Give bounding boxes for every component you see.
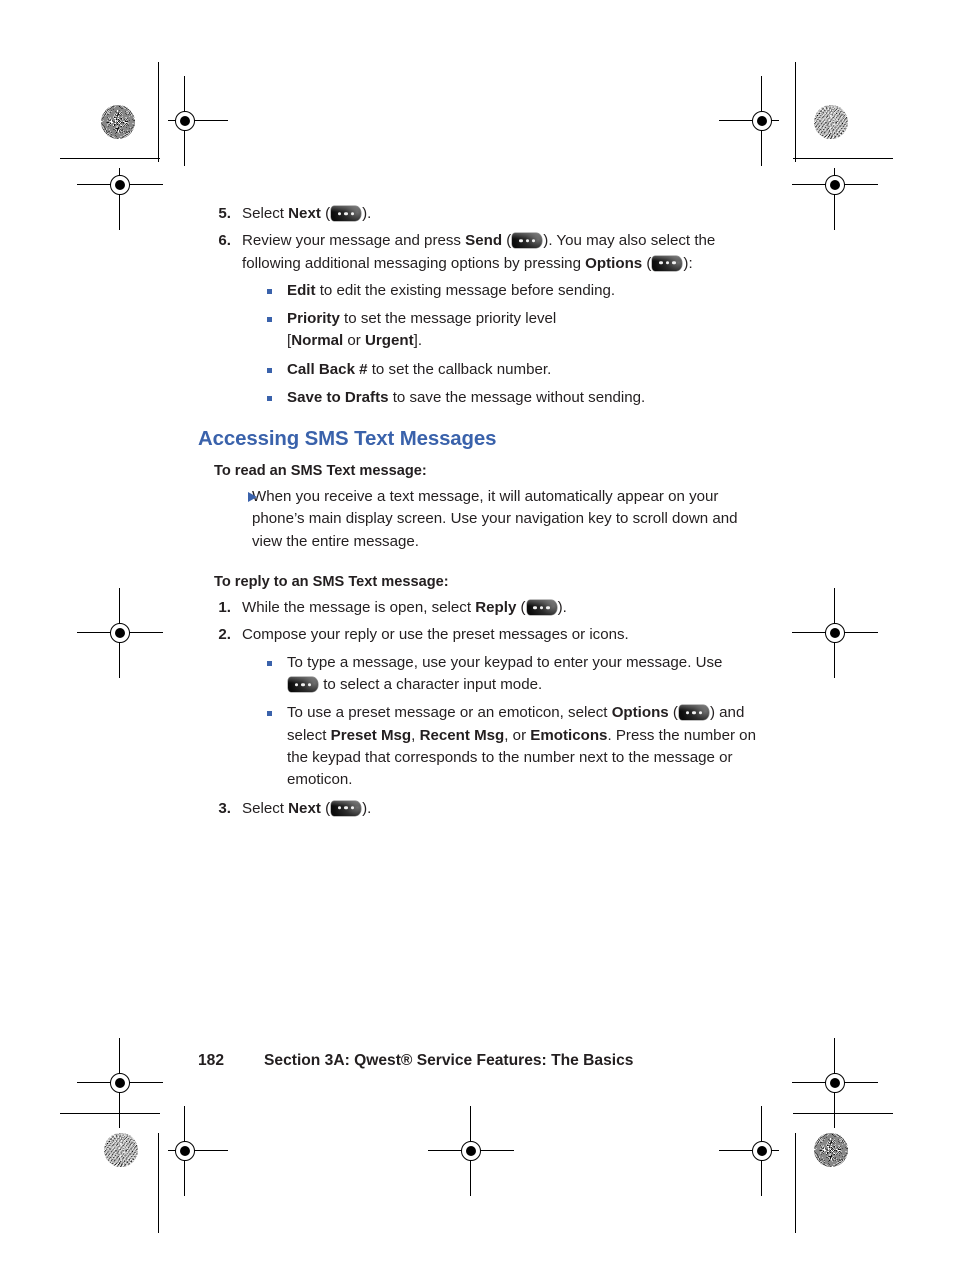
step-number: 3.: [218, 799, 231, 817]
numbered-step: 6. Review your message and press Send ().…: [198, 230, 758, 275]
emphasis-text: Send: [465, 232, 503, 250]
print-rosette-icon-top-right: [814, 105, 848, 139]
trim-line-left-lower-horizontal: [60, 1113, 160, 1114]
list-item: Save to Drafts to save the message witho…: [265, 387, 758, 409]
steps-top-group: 5. Select Next (). 6. Review your message a…: [198, 203, 758, 275]
read-sms-arrow-item-text: When you receive a text message, it will…: [252, 487, 738, 550]
list-item: Call Back # to set the callback number.: [265, 359, 758, 381]
step-number: 5.: [218, 205, 231, 222]
step-text: Compose your reply or use the preset mes…: [242, 626, 629, 644]
registration-crosshair-icon-bottom-center: [428, 1106, 514, 1196]
step-text: Select Next ().: [242, 205, 372, 222]
list-item: To use a preset message or an emoticon, …: [265, 702, 758, 791]
step-number: 6.: [218, 232, 231, 250]
page-footer: 182 Section 3A: Qwest® Service Features:…: [198, 1052, 798, 1070]
trim-line-left-upper-horizontal: [60, 158, 160, 159]
step-number: 1.: [218, 599, 231, 617]
reply-options-bullet-list: To type a message, use your keypad to en…: [198, 652, 758, 792]
triangle-bullet-icon: [248, 491, 257, 502]
softkey-three-dots-icon: [678, 705, 709, 721]
list-item: Priority to set the message priority lev…: [265, 308, 758, 353]
emphasis-text: Options: [585, 254, 643, 272]
numbered-step: 1. While the message is open, select Repl…: [198, 597, 758, 619]
registration-crosshair-icon-bottom-right: [719, 1106, 779, 1196]
numbered-step: 2. Compose your reply or use the preset m…: [198, 624, 758, 646]
step-text: While the message is open, select Reply …: [242, 599, 567, 617]
numbered-step: 5. Select Next ().: [198, 203, 758, 225]
softkey-three-dots-icon: [512, 233, 543, 249]
registration-crosshair-icon-top-right: [719, 76, 779, 166]
softkey-three-dots-icon: [652, 255, 683, 271]
numbered-step: 3. Select Next ().: [198, 798, 758, 820]
registration-crosshair-icon-left-upper: [77, 168, 163, 230]
softkey-three-dots-icon: [288, 677, 318, 693]
emphasis-text: Call Back #: [287, 360, 368, 378]
emphasis-text: Save to Drafts: [287, 389, 389, 407]
registration-crosshair-icon-left-lower: [77, 1038, 163, 1128]
emphasis-text: Edit: [287, 281, 316, 299]
trim-line-bottom-right-vertical: [795, 1133, 796, 1233]
page-title: Accessing SMS Text Messages: [198, 428, 497, 451]
emphasis-text: Urgent: [365, 332, 414, 350]
trim-line-right-upper-horizontal: [793, 158, 893, 159]
footer-section-text: Section 3A: Qwest® Service Features: The…: [264, 1052, 634, 1069]
softkey-three-dots-icon: [331, 206, 362, 221]
steps-reply-group: 1. While the message is open, select Repl…: [198, 597, 758, 820]
print-rosette-icon-top-left: [101, 105, 135, 139]
emphasis-text: Recent Msg: [419, 726, 505, 744]
softkey-three-dots-icon: [331, 800, 362, 816]
print-rosette-icon-bottom-right: [814, 1133, 848, 1167]
emphasis-text: Preset Msg: [330, 726, 412, 744]
registration-crosshair-icon-bottom-left: [168, 1106, 228, 1196]
emphasis-text: Emoticons: [530, 726, 608, 744]
messaging-options-bullet-list: Edit to edit the existing message before…: [198, 280, 758, 409]
step-number: 2.: [218, 626, 231, 644]
footer-page-number: 182: [198, 1052, 225, 1069]
emphasis-text: Reply: [475, 599, 517, 617]
registration-crosshair-icon-middle-right: [792, 588, 878, 678]
emphasis-text: Priority: [287, 310, 340, 328]
list-item: Edit to edit the existing message before…: [265, 280, 758, 302]
registration-crosshair-icon-right-lower: [792, 1038, 878, 1128]
trim-line-right-lower-horizontal: [793, 1113, 893, 1114]
registration-crosshair-icon-top-left: [168, 76, 228, 166]
softkey-three-dots-icon: [526, 600, 557, 616]
registration-crosshair-icon-right-upper: [792, 168, 878, 230]
print-rosette-icon-bottom-left: [104, 1133, 138, 1167]
trim-line-top-left-vertical: [158, 62, 159, 162]
emphasis-text: Next: [288, 205, 321, 222]
list-item: To type a message, use your keypad to en…: [265, 652, 758, 697]
emphasis-text: Options: [611, 704, 669, 722]
read-sms-arrow-list: When you receive a text message, it will…: [198, 486, 758, 553]
step-text: Select Next ().: [242, 799, 372, 817]
read-sms-lead-in: To read an SMS Text message:: [214, 462, 427, 479]
registration-crosshair-icon-middle-left: [77, 588, 163, 678]
emphasis-text: Normal: [291, 332, 344, 350]
trim-line-bottom-left-vertical: [158, 1133, 159, 1233]
emphasis-text: Next: [288, 799, 321, 817]
list-item: When you receive a text message, it will…: [198, 486, 758, 553]
document-content-column: 5. Select Next (). 6. Review your message a…: [198, 203, 758, 825]
step-text: Review your message and press Send (). Y…: [242, 232, 716, 272]
trim-line-top-right-vertical: [795, 62, 796, 162]
reply-sms-lead-in: To reply to an SMS Text message:: [214, 573, 449, 590]
